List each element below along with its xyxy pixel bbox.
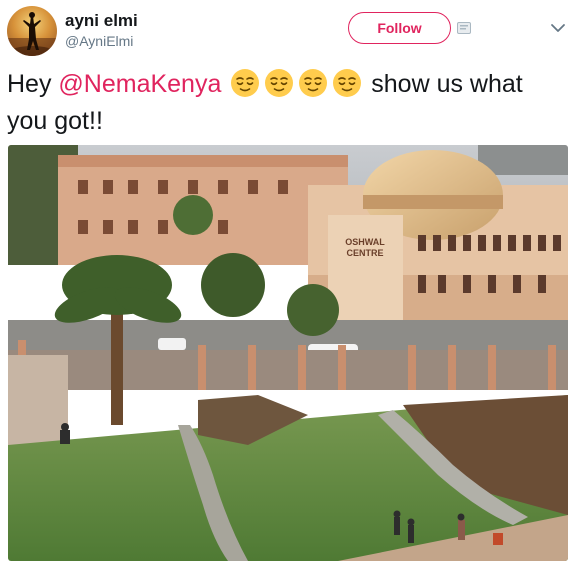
relieved-face-emoji [333,69,362,97]
user-handle[interactable]: @AyniElmi [65,33,133,49]
tweet-photo[interactable]: OSHWAL CENTRE [8,145,568,561]
chevron-down-icon[interactable] [550,22,566,34]
tweet-text: Hey @NemaKenya show us what you got!! [7,66,567,140]
building-sign-line2: CENTRE [346,248,383,258]
tweet-text-before: Hey [7,70,59,98]
display-name[interactable]: ayni elmi [65,11,138,31]
relieved-face-emoji [231,69,260,97]
mention-link[interactable]: @NemaKenya [58,70,221,98]
oshwal-centre-photo: OSHWAL CENTRE [8,145,568,561]
building-sign-line1: OSHWAL [345,237,385,247]
tweet-header: ayni elmi @AyniElmi Follow [0,0,571,62]
avatar[interactable] [7,6,57,56]
avatar-image [7,12,57,56]
relieved-face-emoji [265,69,294,97]
follow-button[interactable]: Follow [348,12,451,44]
relieved-face-emoji [299,69,328,97]
card-icon[interactable] [457,21,471,35]
